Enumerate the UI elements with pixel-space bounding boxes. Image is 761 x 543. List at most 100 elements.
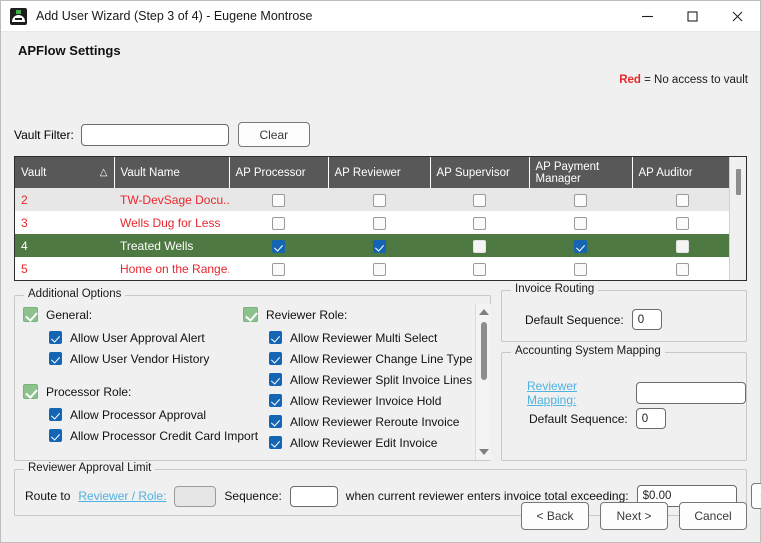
checkbox-ap-reviewer[interactable] <box>372 216 386 230</box>
checkbox-allow-reviewer-split-invoice-lines[interactable] <box>269 373 282 386</box>
cell-ap-supervisor[interactable] <box>430 211 529 234</box>
route-to-input[interactable] <box>174 485 217 507</box>
option-row-allow-user-approval-alert[interactable]: Allow User Approval Alert <box>23 327 243 348</box>
option-row-allow-reviewer-reroute-invoice[interactable]: Allow Reviewer Reroute Invoice <box>243 411 473 432</box>
checkbox-ap-processor[interactable] <box>272 216 285 230</box>
checkbox-allow-reviewer-reroute-invoice[interactable] <box>269 415 282 428</box>
cell-ap-processor[interactable] <box>229 211 328 234</box>
cell-ap-reviewer[interactable] <box>328 188 430 211</box>
checkbox-allow-reviewer-change-line-type[interactable] <box>269 352 282 365</box>
column-header-ap-reviewer[interactable]: AP Reviewer <box>328 157 431 188</box>
option-row-processor-role[interactable]: Processor Role: <box>23 381 243 402</box>
checkbox-allow-reviewer-invoice-hold[interactable] <box>269 394 282 407</box>
checkbox-general[interactable] <box>23 307 38 322</box>
cell-ap-payment-manager[interactable] <box>529 188 632 211</box>
checkbox-ap-supervisor[interactable] <box>473 262 486 276</box>
checkbox-ap-reviewer[interactable] <box>372 239 386 253</box>
option-row-allow-reviewer-invoice-hold[interactable]: Allow Reviewer Invoice Hold <box>243 390 473 411</box>
cell-ap-supervisor[interactable] <box>430 257 529 280</box>
column-header-ap-payment-manager[interactable]: AP Payment Manager <box>529 157 633 188</box>
cell-ap-auditor[interactable] <box>632 234 729 257</box>
scroll-up-icon[interactable] <box>476 305 492 319</box>
checkbox-allow-reviewer-edit-invoice[interactable] <box>269 436 282 449</box>
options-scrollbar-thumb[interactable] <box>481 322 487 380</box>
cell-ap-supervisor[interactable] <box>430 234 529 257</box>
cell-ap-payment-manager[interactable] <box>529 257 632 280</box>
vault-grid-scrollbar[interactable] <box>729 157 746 280</box>
cell-ap-reviewer[interactable] <box>328 257 430 280</box>
checkbox-ap-processor[interactable] <box>272 193 285 207</box>
checkbox-ap-processor[interactable] <box>272 262 285 276</box>
checkbox-allow-reviewer-multi-select[interactable] <box>269 331 282 344</box>
checkbox-ap-processor[interactable] <box>272 239 285 253</box>
checkbox-processor-role[interactable] <box>23 384 38 399</box>
checkbox-ap-payment-manager[interactable] <box>574 239 587 253</box>
next-button[interactable]: Next > <box>600 502 668 530</box>
checkbox-ap-auditor[interactable] <box>675 216 689 230</box>
cell-ap-auditor[interactable] <box>632 188 729 211</box>
table-row[interactable]: 5 Home on the Range... <box>15 257 729 280</box>
checkbox-reviewer-role[interactable] <box>243 307 258 322</box>
checkbox-ap-supervisor[interactable] <box>473 193 486 207</box>
table-row[interactable]: 3 Wells Dug for Less <box>15 211 729 234</box>
option-row-allow-processor-credit-card-import[interactable]: Allow Processor Credit Card Import <box>23 425 258 446</box>
checkbox-ap-auditor[interactable] <box>675 239 689 253</box>
minimize-icon[interactable] <box>625 1 670 32</box>
checkbox-allow-processor-credit-card-import[interactable] <box>49 429 62 442</box>
table-row[interactable]: 4 Treated Wells <box>15 234 729 257</box>
cell-ap-processor[interactable] <box>229 234 328 257</box>
back-button[interactable]: < Back <box>521 502 589 530</box>
checkbox-allow-user-approval-alert[interactable] <box>49 331 62 344</box>
option-row-allow-reviewer-edit-invoice[interactable]: Allow Reviewer Edit Invoice <box>243 432 473 453</box>
option-row-allow-reviewer-split-invoice-lines[interactable]: Allow Reviewer Split Invoice Lines <box>243 369 473 390</box>
checkbox-ap-reviewer[interactable] <box>372 193 386 207</box>
option-row-reviewer-role[interactable]: Reviewer Role: <box>243 304 473 325</box>
cell-ap-payment-manager[interactable] <box>529 234 632 257</box>
clear-filter-button[interactable]: Clear <box>237 122 310 147</box>
column-header-ap-supervisor[interactable]: AP Supervisor <box>430 157 530 188</box>
checkbox-ap-payment-manager[interactable] <box>574 193 587 207</box>
checkbox-ap-payment-manager[interactable] <box>574 216 587 230</box>
reviewer-mapping-link[interactable]: Reviewer Mapping: <box>527 379 628 407</box>
clear-limit-button[interactable]: Clear <box>750 483 761 509</box>
checkbox-ap-supervisor[interactable] <box>473 216 486 230</box>
reviewer-mapping-input[interactable] <box>636 382 746 404</box>
option-row-allow-processor-approval[interactable]: Allow Processor Approval <box>23 404 243 425</box>
vault-grid-scrollbar-thumb[interactable] <box>736 169 741 195</box>
checkbox-allow-processor-approval[interactable] <box>49 408 62 421</box>
option-row-allow-reviewer-multi-select[interactable]: Allow Reviewer Multi Select <box>243 327 473 348</box>
column-header-ap-processor[interactable]: AP Processor <box>229 157 329 188</box>
column-header-vault[interactable]: Vault △ <box>15 157 115 188</box>
cell-ap-supervisor[interactable] <box>430 188 529 211</box>
invoice-routing-sequence-input[interactable] <box>631 309 662 330</box>
reviewer-role-link[interactable]: Reviewer / Role: <box>78 489 166 503</box>
checkbox-allow-user-vendor-history[interactable] <box>49 352 62 365</box>
cancel-button[interactable]: Cancel <box>679 502 747 530</box>
column-header-vault-name[interactable]: Vault Name <box>114 157 230 188</box>
cell-ap-processor[interactable] <box>229 188 328 211</box>
checkbox-ap-supervisor[interactable] <box>473 239 486 253</box>
cell-ap-reviewer[interactable] <box>328 211 430 234</box>
accounting-mapping-sequence-input[interactable] <box>635 408 666 429</box>
cell-ap-auditor[interactable] <box>632 257 729 280</box>
option-row-allow-reviewer-change-line-type[interactable]: Allow Reviewer Change Line Type <box>243 348 473 369</box>
scroll-down-icon[interactable] <box>476 445 492 459</box>
cell-ap-auditor[interactable] <box>632 211 729 234</box>
options-scrollbar[interactable] <box>475 304 491 460</box>
vault-filter-input[interactable] <box>80 123 229 146</box>
checkbox-ap-payment-manager[interactable] <box>574 262 587 276</box>
option-row-general[interactable]: General: <box>23 304 243 325</box>
sort-ascending-icon[interactable]: △ <box>100 167 108 179</box>
column-header-ap-auditor[interactable]: AP Auditor <box>632 157 729 188</box>
sequence-input[interactable] <box>289 485 338 507</box>
checkbox-ap-reviewer[interactable] <box>372 262 386 276</box>
checkbox-ap-auditor[interactable] <box>675 262 689 276</box>
close-icon[interactable] <box>715 1 760 32</box>
cell-ap-payment-manager[interactable] <box>529 211 632 234</box>
cell-ap-processor[interactable] <box>229 257 328 280</box>
cell-ap-reviewer[interactable] <box>328 234 430 257</box>
checkbox-ap-auditor[interactable] <box>675 193 689 207</box>
maximize-icon[interactable] <box>670 1 715 32</box>
table-row[interactable]: 2 TW-DevSage Docu... <box>15 188 729 211</box>
option-row-allow-user-vendor-history[interactable]: Allow User Vendor History <box>23 348 243 369</box>
